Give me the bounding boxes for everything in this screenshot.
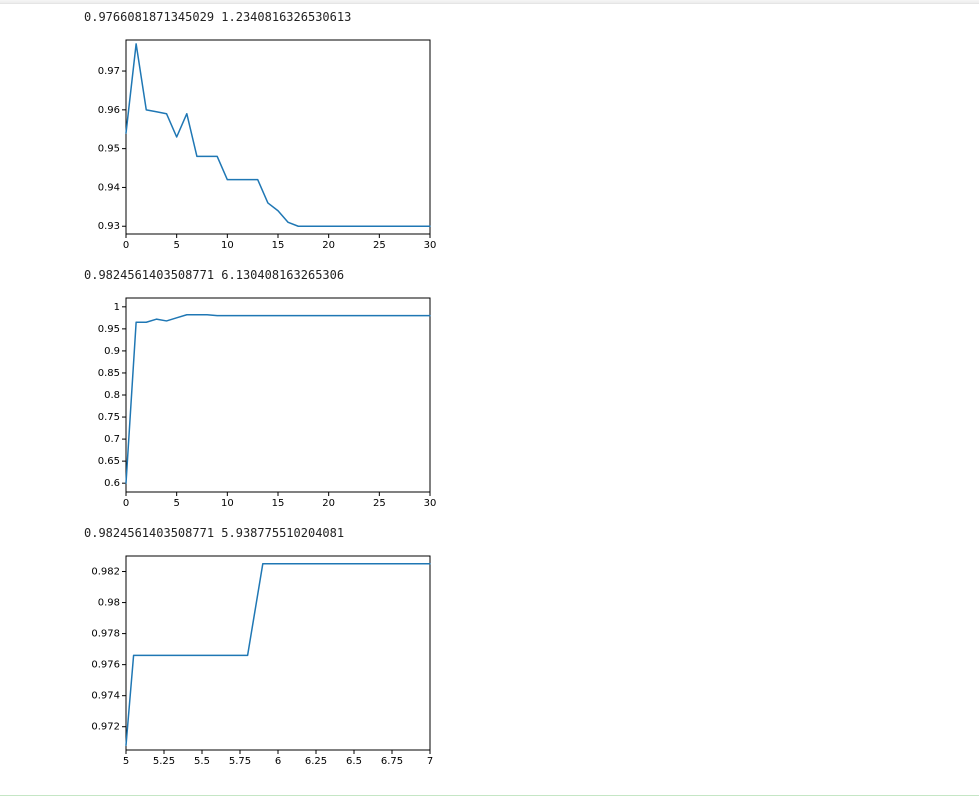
plot-0: 0 5 10 15 20 25 30 0.93 0.94 0.95 0.96 0.97	[84, 32, 444, 260]
plot-svg: 5 5.25 5.5 5.75 6 6.25 6.5 6.75 7 0.972 0.974 0.976…	[84, 548, 436, 776]
output-block-1: 0.9824561403508771 6.130408163265306 0 5 1…	[84, 268, 979, 518]
svg-text:0.982: 0.982	[91, 567, 120, 578]
svg-text:25: 25	[373, 240, 386, 251]
svg-text:30: 30	[424, 498, 436, 509]
svg-text:10: 10	[221, 240, 234, 251]
stdout-line: 0.9766081871345029 1.2340816326530613	[84, 10, 979, 24]
svg-text:0.8: 0.8	[104, 390, 120, 401]
plot-svg: 0 5 10 15 20 25 30 0.93 0.94 0.95 0.96 0.97	[84, 32, 436, 260]
svg-text:6: 6	[275, 756, 281, 767]
svg-text:5: 5	[173, 498, 179, 509]
output-block-0: 0.9766081871345029 1.2340816326530613 0 5…	[84, 10, 979, 260]
svg-text:15: 15	[272, 498, 285, 509]
svg-text:5.25: 5.25	[153, 756, 175, 767]
svg-text:0.972: 0.972	[91, 722, 120, 733]
plot-1: 0 5 10 15 20 25 30 0.6 0.65 0.7 0.75 0.8 0.85 0.9 0.95…	[84, 290, 444, 518]
svg-text:0.6: 0.6	[104, 478, 120, 489]
svg-text:5.75: 5.75	[229, 756, 251, 767]
svg-text:30: 30	[424, 240, 436, 251]
svg-text:0.9: 0.9	[104, 346, 120, 357]
output-block-2: 0.9824561403508771 5.938775510204081 5 5.…	[84, 526, 979, 776]
svg-text:5.5: 5.5	[194, 756, 210, 767]
notebook-output-area: 0.9766081871345029 1.2340816326530613 0 5…	[0, 0, 979, 796]
svg-text:0.978: 0.978	[91, 629, 120, 640]
svg-text:0.65: 0.65	[98, 456, 120, 467]
svg-text:6.75: 6.75	[381, 756, 403, 767]
svg-text:0.94: 0.94	[98, 182, 120, 193]
svg-text:0.974: 0.974	[91, 691, 120, 702]
svg-text:20: 20	[322, 240, 335, 251]
svg-text:15: 15	[272, 240, 285, 251]
svg-text:6.5: 6.5	[346, 756, 362, 767]
svg-text:0.98: 0.98	[98, 598, 120, 609]
svg-text:0.7: 0.7	[104, 434, 120, 445]
svg-text:0.85: 0.85	[98, 368, 120, 379]
svg-text:5: 5	[123, 756, 129, 767]
svg-text:0.95: 0.95	[98, 144, 120, 155]
svg-text:0.96: 0.96	[98, 105, 120, 116]
svg-text:25: 25	[373, 498, 386, 509]
stdout-line: 0.9824561403508771 5.938775510204081	[84, 526, 979, 540]
svg-text:0.97: 0.97	[98, 66, 120, 77]
svg-text:0.95: 0.95	[98, 324, 120, 335]
svg-text:5: 5	[173, 240, 179, 251]
svg-text:0.93: 0.93	[98, 221, 120, 232]
stdout-line: 0.9824561403508771 6.130408163265306	[84, 268, 979, 282]
svg-text:0.976: 0.976	[91, 660, 120, 671]
svg-text:20: 20	[322, 498, 335, 509]
svg-text:10: 10	[221, 498, 234, 509]
plot-svg: 0 5 10 15 20 25 30 0.6 0.65 0.7 0.75 0.8 0.85 0.9 0.95…	[84, 290, 436, 518]
svg-text:6.25: 6.25	[305, 756, 327, 767]
svg-text:0: 0	[123, 240, 129, 251]
svg-text:7: 7	[427, 756, 433, 767]
svg-text:0.75: 0.75	[98, 412, 120, 423]
svg-text:1: 1	[114, 302, 120, 313]
cell-divider	[0, 0, 979, 4]
svg-text:0: 0	[123, 498, 129, 509]
plot-2: 5 5.25 5.5 5.75 6 6.25 6.5 6.75 7 0.972 0.974 0.976…	[84, 548, 444, 776]
